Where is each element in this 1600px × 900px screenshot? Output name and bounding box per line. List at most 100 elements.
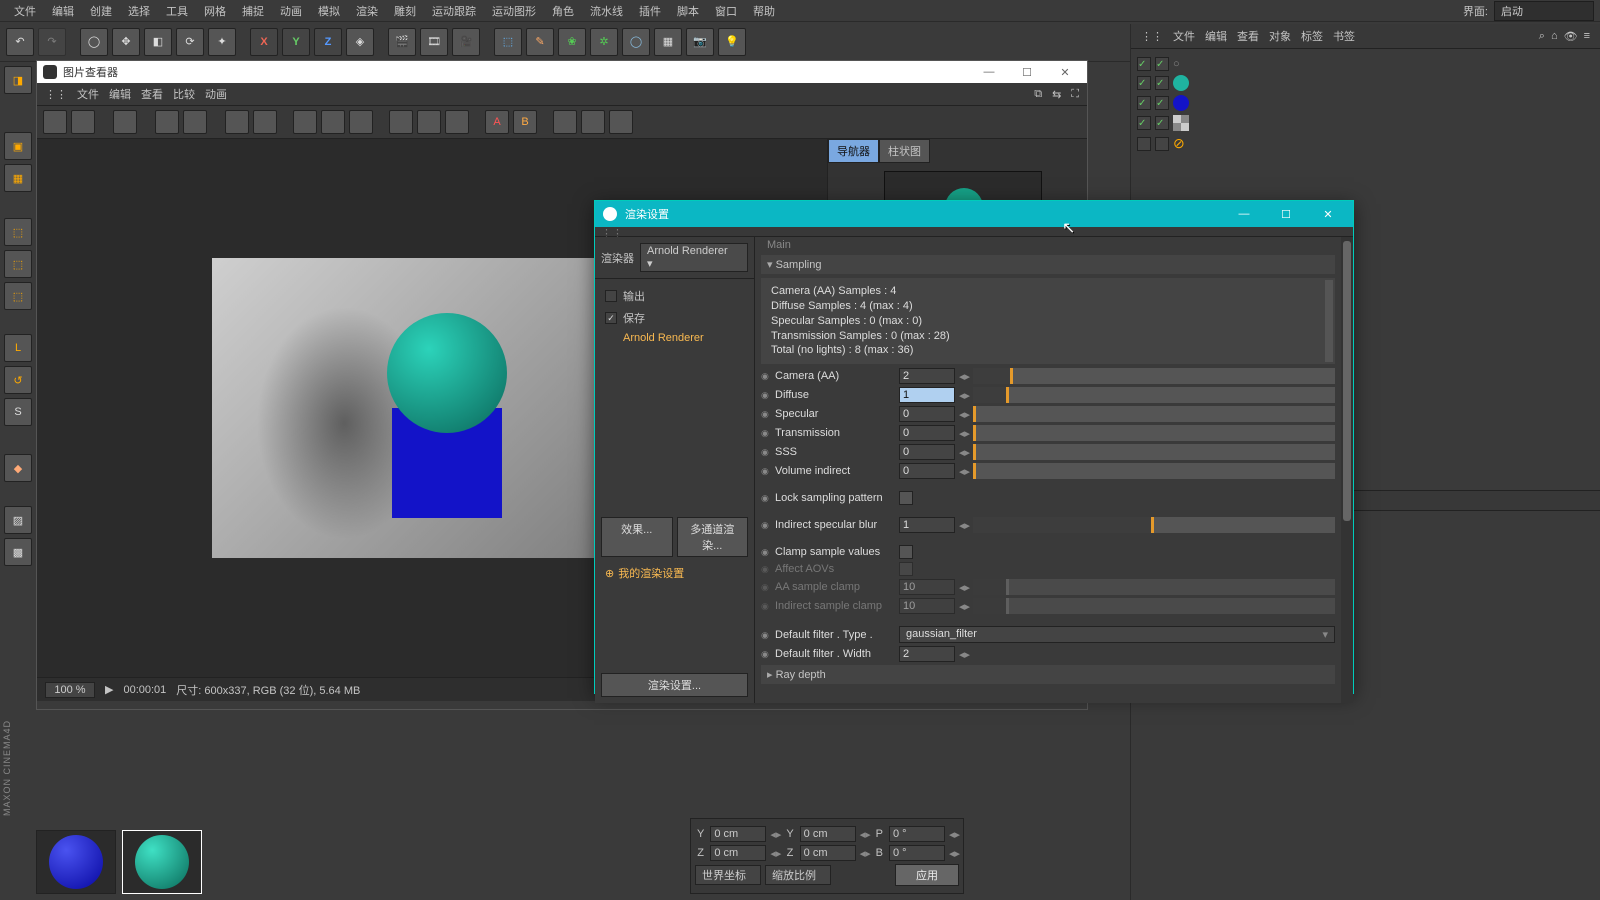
dlg-item-output[interactable]: 输出 bbox=[601, 285, 748, 307]
dlg-scrollbar[interactable] bbox=[1341, 237, 1353, 703]
pv-zoom-input[interactable] bbox=[45, 682, 95, 698]
transmission-input[interactable] bbox=[899, 425, 955, 441]
pv-ab3-icon[interactable] bbox=[445, 110, 469, 134]
pv-channel-icon[interactable] bbox=[155, 110, 179, 134]
pv-tile2-icon[interactable] bbox=[321, 110, 345, 134]
isblur-slider[interactable] bbox=[973, 517, 1335, 533]
menu-window[interactable]: 窗口 bbox=[707, 1, 745, 21]
menu-extensions[interactable]: 插件 bbox=[631, 1, 669, 21]
material-swatch-teal[interactable] bbox=[122, 830, 202, 894]
camera-aa-slider[interactable] bbox=[973, 368, 1335, 384]
pv-menu-compare[interactable]: 比较 bbox=[173, 86, 195, 102]
sss-slider[interactable] bbox=[973, 444, 1335, 460]
pv-nav2-icon[interactable] bbox=[581, 110, 605, 134]
objmgr-tab-edit[interactable]: 编辑 bbox=[1205, 28, 1227, 44]
pv-layer1-icon[interactable] bbox=[225, 110, 249, 134]
bulb-button[interactable]: 💡 bbox=[718, 28, 746, 56]
pv-ab2-icon[interactable] bbox=[417, 110, 441, 134]
clamp-checkbox[interactable] bbox=[899, 545, 913, 559]
dlg-minimize-button[interactable]: — bbox=[1227, 201, 1261, 227]
polys-mode[interactable]: ⬚ bbox=[4, 282, 32, 310]
home-icon[interactable]: ⌂ bbox=[1551, 30, 1558, 43]
filter-width-input[interactable] bbox=[899, 646, 955, 662]
pv-history-icon[interactable]: ⧉ bbox=[1034, 88, 1042, 101]
coord-y-input[interactable] bbox=[710, 826, 766, 842]
sampling-section-header[interactable]: Sampling bbox=[761, 255, 1335, 274]
object-row-arnold[interactable]: ○ bbox=[1137, 55, 1594, 73]
infobox-scrollbar[interactable] bbox=[1325, 280, 1333, 362]
objmgr-tab-file[interactable]: 文件 bbox=[1173, 28, 1195, 44]
pv-b-icon[interactable]: B bbox=[513, 110, 537, 134]
pv-grip-icon[interactable]: ⋮⋮ bbox=[45, 88, 67, 101]
list-icon[interactable]: ≡ bbox=[1584, 30, 1590, 43]
texture-mode[interactable]: ▦ bbox=[4, 164, 32, 192]
coord-b-input[interactable] bbox=[889, 845, 945, 861]
pv-navigator-tab[interactable]: 导航器 bbox=[828, 139, 879, 163]
coord-p-input[interactable] bbox=[889, 826, 945, 842]
objmgr-tab-objects[interactable]: 对象 bbox=[1269, 28, 1291, 44]
specular-slider[interactable] bbox=[973, 406, 1335, 422]
render-view-button[interactable]: 🎬 bbox=[388, 28, 416, 56]
menu-motiontrack[interactable]: 运动跟踪 bbox=[424, 1, 484, 21]
camera-aa-input[interactable] bbox=[899, 368, 955, 384]
diffuse-input[interactable] bbox=[899, 387, 955, 403]
pv-tile3-icon[interactable] bbox=[349, 110, 373, 134]
search-icon[interactable]: ⌕ bbox=[1539, 30, 1545, 43]
axis-x-toggle[interactable]: X bbox=[250, 28, 278, 56]
objmgr-tab-view[interactable]: 查看 bbox=[1237, 28, 1259, 44]
pv-menu-file[interactable]: 文件 bbox=[77, 86, 99, 102]
axis-y-toggle[interactable]: Y bbox=[282, 28, 310, 56]
objmgr-tab-tags[interactable]: 标签 bbox=[1301, 28, 1323, 44]
coord-z2-input[interactable] bbox=[800, 845, 856, 861]
pv-fullscreen-icon[interactable]: ⛶ bbox=[1071, 88, 1079, 101]
filter-type-select[interactable]: gaussian_filter▾ bbox=[899, 626, 1335, 643]
volume-indirect-slider[interactable] bbox=[973, 463, 1335, 479]
grip-icon[interactable]: ⋮⋮ bbox=[1141, 30, 1163, 43]
dlg-grip-icon[interactable]: ⋮⋮ bbox=[595, 227, 1353, 237]
menu-simulate[interactable]: 模拟 bbox=[310, 1, 348, 21]
menu-pipeline[interactable]: 流水线 bbox=[582, 1, 631, 21]
pv-layer2-icon[interactable] bbox=[253, 110, 277, 134]
scale-tool[interactable]: ◧ bbox=[144, 28, 172, 56]
sss-input[interactable] bbox=[899, 444, 955, 460]
dlg-item-arnold[interactable]: Arnold Renderer bbox=[601, 329, 748, 347]
coord-apply-button[interactable]: 应用 bbox=[895, 864, 959, 886]
dlg-multipass-button[interactable]: 多通道渲染... bbox=[677, 517, 749, 557]
coord-z-input[interactable] bbox=[710, 845, 766, 861]
undo-button[interactable]: ↶ bbox=[6, 28, 34, 56]
deformer-button[interactable]: ✲ bbox=[590, 28, 618, 56]
menu-mograph[interactable]: 运动图形 bbox=[484, 1, 544, 21]
eye-icon[interactable]: 👁 bbox=[1564, 30, 1578, 43]
pv-ab-icon[interactable]: ⇆ bbox=[1052, 88, 1061, 101]
menu-edit[interactable]: 编辑 bbox=[44, 1, 82, 21]
object-row-floor[interactable] bbox=[1137, 113, 1594, 133]
redo-button[interactable]: ↷ bbox=[38, 28, 66, 56]
generator-button[interactable]: ❀ bbox=[558, 28, 586, 56]
locked-workplane[interactable]: ▨ bbox=[4, 506, 32, 534]
planar-workplane[interactable]: ▩ bbox=[4, 538, 32, 566]
object-row-cube[interactable] bbox=[1137, 93, 1594, 113]
dlg-item-save[interactable]: 保存 bbox=[601, 307, 748, 329]
viewport-solo[interactable]: ◆ bbox=[4, 454, 32, 482]
pv-filter-icon[interactable] bbox=[113, 110, 137, 134]
pv-maximize-button[interactable]: ☐ bbox=[1011, 61, 1043, 83]
menu-create[interactable]: 创建 bbox=[82, 1, 120, 21]
dlg-mysetting-row[interactable]: ⊕我的渲染设置 bbox=[601, 561, 748, 585]
pv-menu-edit[interactable]: 编辑 bbox=[109, 86, 131, 102]
object-row-sphere[interactable] bbox=[1137, 73, 1594, 93]
pv-titlebar[interactable]: 图片查看器 — ☐ ✕ bbox=[37, 61, 1087, 83]
menu-sculpt[interactable]: 雕刻 bbox=[386, 1, 424, 21]
render-region-button[interactable]: 🎞 bbox=[420, 28, 448, 56]
pv-close-button[interactable]: ✕ bbox=[1049, 61, 1081, 83]
menu-character[interactable]: 角色 bbox=[544, 1, 582, 21]
menu-snap[interactable]: 捕捉 bbox=[234, 1, 272, 21]
pv-menu-view[interactable]: 查看 bbox=[141, 86, 163, 102]
volume-indirect-input[interactable] bbox=[899, 463, 955, 479]
coord-scalemode-select[interactable]: 缩放比例 bbox=[765, 865, 831, 885]
environment-button[interactable]: ◯ bbox=[622, 28, 650, 56]
pv-minimize-button[interactable]: — bbox=[973, 61, 1005, 83]
pv-nav3-icon[interactable] bbox=[609, 110, 633, 134]
object-tree[interactable]: ○ ⊘ bbox=[1131, 49, 1600, 160]
diffuse-slider[interactable] bbox=[973, 387, 1335, 403]
dlg-close-button[interactable]: ✕ bbox=[1311, 201, 1345, 227]
